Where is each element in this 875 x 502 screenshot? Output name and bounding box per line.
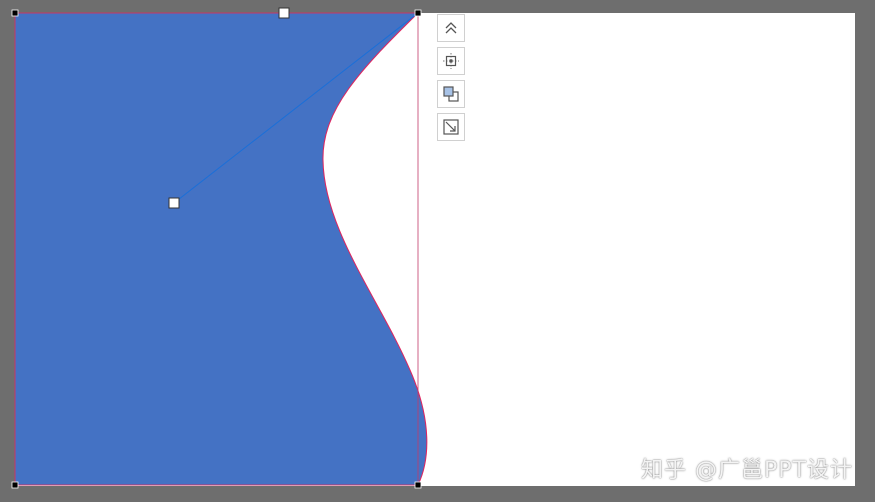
vertex-handle-bottom-left[interactable]: [11, 481, 19, 489]
resize-handle-top-middle[interactable]: [278, 7, 290, 19]
align-center-icon: [443, 53, 459, 69]
vertex-handle-bottom-right[interactable]: [414, 481, 422, 489]
bezier-control-handle[interactable]: [168, 197, 180, 209]
resize-shape-button[interactable]: [437, 113, 465, 141]
editor-canvas: 知乎 @广邕PPT设计: [0, 0, 875, 502]
freeform-shape[interactable]: [14, 12, 428, 486]
resize-diagonal-icon: [443, 119, 459, 135]
align-center-button[interactable]: [437, 47, 465, 75]
bring-forward-icon: [443, 86, 459, 102]
double-chevron-up-icon: [445, 22, 457, 34]
vertex-handle-top-left[interactable]: [11, 9, 19, 17]
layout-options-button[interactable]: [437, 14, 465, 42]
vertex-handle-top-right[interactable]: [414, 9, 422, 17]
watermark-text: 知乎 @广邕PPT设计: [641, 458, 853, 483]
shape-quick-toolbar: [437, 14, 467, 141]
arrange-order-button[interactable]: [437, 80, 465, 108]
